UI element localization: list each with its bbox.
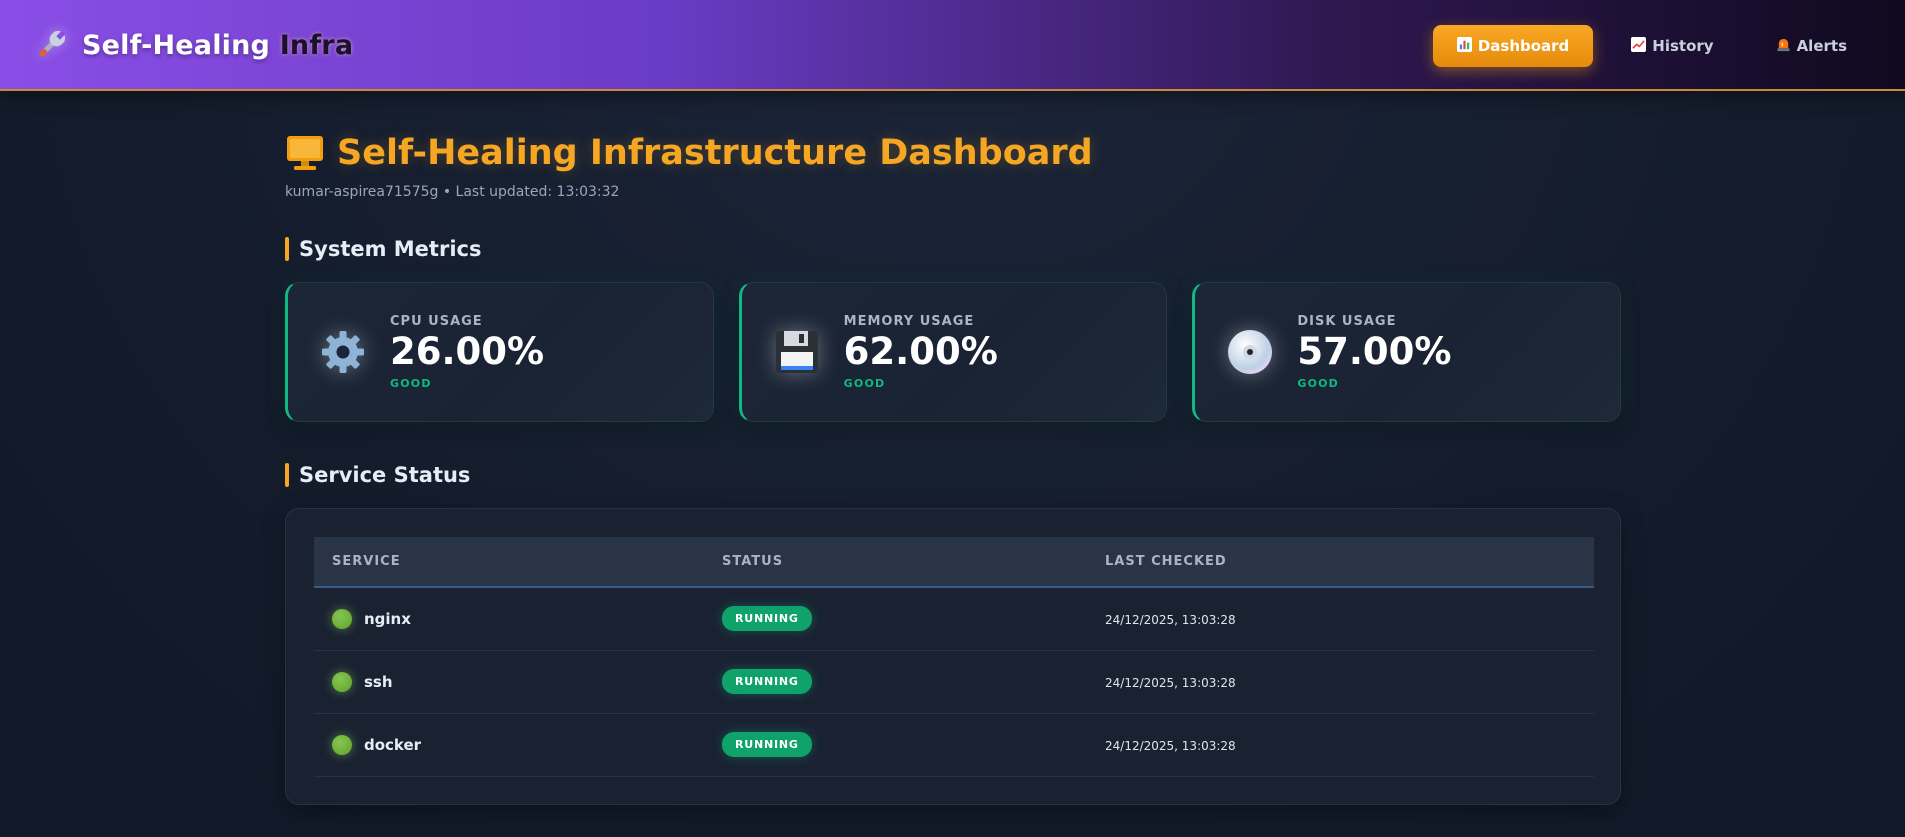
table-row: ssh RUNNING 24/12/2025, 13:03:28: [314, 650, 1594, 713]
cpu-metric-value: 26.00%: [390, 329, 545, 373]
status-badge: RUNNING: [722, 606, 812, 632]
metrics-grid: CPU USAGE 26.00% GOOD MEMORY USAGE 62.00…: [285, 282, 1622, 422]
disk-metric-card: DISK USAGE 57.00% GOOD: [1192, 282, 1622, 422]
status-badge: RUNNING: [722, 669, 812, 694]
disk-metric-value: 57.00%: [1297, 329, 1452, 373]
service-name: docker: [364, 735, 422, 754]
disk-metric-label: DISK USAGE: [1297, 313, 1397, 329]
memory-metric-status: GOOD: [843, 377, 886, 391]
memory-metric-label: MEMORY USAGE: [843, 313, 975, 329]
table-row: nginx RUNNING 24/12/2025, 13:03:28: [314, 587, 1594, 650]
section-accent-bar: [285, 463, 289, 487]
page-subtitle: kumar-aspirea71575g • Last updated: 13:0…: [285, 184, 620, 200]
service-name-cell: nginx: [332, 608, 704, 629]
main-content: Self-Healing Infrastructure Dashboard ku…: [285, 130, 1622, 805]
nav-history-label: History: [1652, 37, 1714, 55]
top-navbar: Self-Healing Infra Dashboard History Ale…: [0, 0, 1905, 91]
nav-alerts-label: Alerts: [1796, 37, 1847, 55]
service-name: nginx: [364, 609, 411, 628]
nav-dashboard-button[interactable]: Dashboard: [1432, 25, 1594, 67]
cpu-metric-status: GOOD: [390, 377, 432, 391]
nav-dashboard-label: Dashboard: [1477, 37, 1570, 55]
line-chart-icon: [1631, 36, 1647, 56]
table-header-row: SERVICE STATUS LAST CHECKED: [314, 537, 1594, 587]
status-dot-icon: [332, 671, 352, 692]
main-nav: Dashboard History Alerts: [1432, 25, 1871, 67]
cpu-metric-label: CPU USAGE: [390, 313, 483, 329]
table-row: docker RUNNING 24/12/2025, 13:03:28: [314, 713, 1594, 776]
memory-metric-card: MEMORY USAGE 62.00% GOOD: [738, 282, 1168, 422]
floppy-disk-icon: [770, 325, 824, 379]
service-name: ssh: [364, 672, 393, 691]
page-title-text: Self-Healing Infrastructure Dashboard: [337, 133, 1093, 173]
column-header-last-checked: LAST CHECKED: [1105, 554, 1227, 569]
bar-chart-icon: [1456, 36, 1472, 56]
disk-metric-body: DISK USAGE 57.00% GOOD: [1297, 314, 1451, 391]
memory-metric-value: 62.00%: [843, 329, 998, 373]
service-name-cell: ssh: [332, 671, 704, 692]
brand-logo[interactable]: Self-Healing Infra: [30, 24, 353, 66]
column-header-status: STATUS: [722, 554, 784, 569]
section-accent-bar: [285, 237, 289, 261]
service-name-cell: docker: [332, 734, 704, 755]
column-header-service: SERVICE: [332, 554, 401, 569]
status-dot-icon: [332, 734, 352, 755]
monitor-icon: [285, 133, 325, 173]
status-badge: RUNNING: [722, 732, 812, 757]
last-checked-value: 24/12/2025, 13:03:28: [1105, 612, 1236, 627]
status-dot-icon: [332, 608, 352, 629]
system-metrics-heading: System Metrics: [285, 236, 1621, 262]
memory-metric-body: MEMORY USAGE 62.00% GOOD: [844, 314, 998, 391]
disk-metric-status: GOOD: [1297, 377, 1340, 391]
gear-icon: [316, 325, 370, 379]
siren-icon: [1776, 37, 1791, 56]
nav-history-button[interactable]: History: [1607, 25, 1737, 67]
optical-disc-icon: [1223, 325, 1277, 379]
wrench-icon: [30, 24, 72, 66]
service-status-card: SERVICE STATUS LAST CHECKED nginx RUNNIN…: [285, 508, 1621, 805]
page-title: Self-Healing Infrastructure Dashboard: [285, 130, 1621, 176]
service-status-title: Service Status: [299, 463, 471, 487]
nav-alerts-button[interactable]: Alerts: [1752, 25, 1871, 67]
cpu-metric-card: CPU USAGE 26.00% GOOD: [285, 282, 714, 422]
last-checked-value: 24/12/2025, 13:03:28: [1105, 675, 1236, 690]
cpu-metric-body: CPU USAGE 26.00% GOOD: [390, 314, 544, 391]
service-status-heading: Service Status: [285, 462, 1621, 488]
last-checked-value: 24/12/2025, 13:03:28: [1105, 738, 1236, 753]
brand-name: Self-Healing Infra: [82, 29, 354, 61]
service-table: SERVICE STATUS LAST CHECKED nginx RUNNIN…: [314, 537, 1594, 777]
system-metrics-title: System Metrics: [299, 237, 482, 261]
